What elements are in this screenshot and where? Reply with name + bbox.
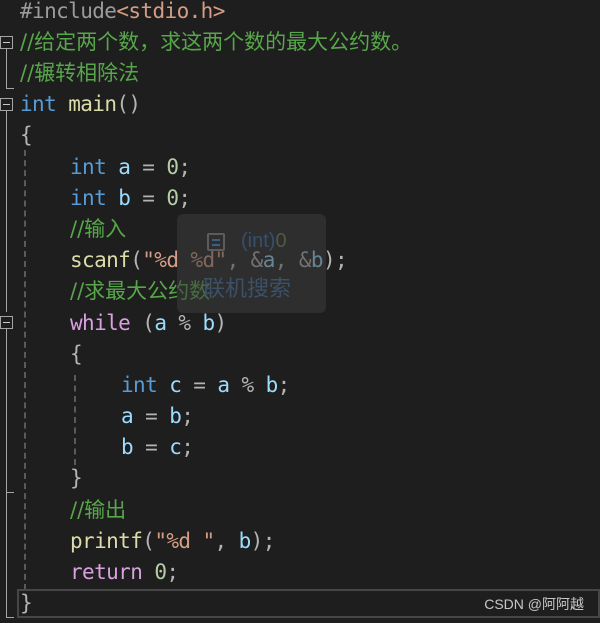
code-token: ); (250, 529, 276, 553)
code-token: % (229, 373, 266, 397)
code-editor[interactable]: #include<stdio.h> //给定两个数，求这两个数的最大公约数。 /… (0, 0, 600, 623)
code-token: ; (178, 155, 191, 179)
code-token: printf (70, 529, 143, 553)
code-token: b (238, 529, 252, 553)
fold-outline-end (6, 88, 14, 89)
fold-outline-line (6, 49, 7, 88)
collapse-while-block-icon[interactable] (0, 316, 13, 329)
tooltip-type-value: 0 (275, 230, 287, 252)
code-token: b (121, 435, 134, 459)
code-token: = (130, 155, 167, 179)
code-token: ; (166, 560, 179, 584)
code-token: % (166, 311, 203, 335)
code-token: a (154, 311, 167, 335)
code-token: main (68, 92, 117, 116)
quick-info-icon (207, 233, 225, 251)
code-token: } (20, 591, 33, 615)
code-token: return (70, 560, 143, 584)
code-token: int (121, 373, 158, 397)
code-token: 0 (166, 155, 179, 179)
code-line-open-brace[interactable]: { (20, 120, 33, 151)
code-token: , (214, 529, 239, 553)
code-token: a (217, 373, 230, 397)
code-token: b (118, 186, 131, 210)
code-line-printf[interactable]: printf("%d ", b); (70, 526, 275, 557)
tooltip-type-info: (int)0 (241, 230, 287, 253)
code-token: ; (277, 373, 291, 397)
code-token: //辗转相除法 (20, 61, 140, 85)
code-token: ; (178, 186, 191, 210)
code-line-comment[interactable]: //输出 (70, 495, 126, 526)
code-line-main-signature[interactable]: int main() (20, 89, 141, 120)
code-token: = (133, 404, 170, 428)
fold-outline-line (6, 111, 7, 312)
code-token: a (121, 404, 134, 428)
code-token: c (169, 435, 182, 459)
watermark: CSDN @阿阿越 (484, 596, 584, 612)
code-line-close-brace[interactable]: } (70, 463, 83, 494)
code-token: a (118, 155, 131, 179)
code-line-comment[interactable]: //输入 (70, 214, 126, 245)
code-token: int (70, 155, 107, 179)
collapse-comment-block-icon[interactable] (0, 36, 13, 49)
online-search-link[interactable]: 联机搜索 (203, 271, 291, 303)
code-token: ; (181, 435, 194, 459)
code-line-return[interactable]: return 0; (70, 557, 179, 588)
code-token: "%d " (154, 529, 215, 553)
code-token: while (70, 311, 131, 335)
code-token: = (181, 373, 218, 397)
code-token: ) (214, 311, 228, 335)
fold-outline-end (6, 492, 14, 493)
quick-info-tooltip: (int)0 联机搜索 (177, 214, 326, 313)
code-token: int (20, 92, 57, 116)
code-line-comment[interactable]: //给定两个数，求这两个数的最大公约数。 (20, 27, 412, 58)
code-token: //给定两个数，求这两个数的最大公约数。 (20, 30, 413, 54)
code-line-declare-b[interactable]: int b = 0; (70, 183, 191, 214)
code-line-assign-b[interactable]: b = c; (121, 432, 194, 463)
code-line-declare-a[interactable]: int a = 0; (70, 152, 191, 183)
code-token: scanf (70, 248, 131, 272)
code-token: } (70, 466, 83, 490)
indent-guide (74, 375, 76, 465)
code-token: <stdio.h> (116, 0, 225, 23)
code-token: () (116, 92, 141, 116)
code-line-assign-a[interactable]: a = b; (121, 401, 194, 432)
code-token: = (133, 435, 170, 459)
code-token: ( (130, 248, 143, 272)
code-line-comment[interactable]: //辗转相除法 (20, 58, 139, 89)
code-line-open-brace[interactable]: { (70, 339, 83, 370)
code-token: { (20, 123, 33, 147)
fold-outline-end (6, 617, 14, 618)
code-line-declare-c[interactable]: int c = a % b; (121, 370, 290, 401)
code-token: ); (322, 248, 348, 272)
code-token: int (70, 186, 107, 210)
code-line-include[interactable]: #include<stdio.h> (20, 0, 225, 27)
code-token: ( (130, 311, 155, 335)
code-token: ; (181, 404, 194, 428)
indent-guide (24, 150, 26, 590)
code-token: b (265, 373, 279, 397)
code-line-close-brace[interactable]: } (20, 588, 33, 619)
code-token: b (169, 404, 182, 428)
code-token: //输入 (70, 217, 127, 241)
code-token: b (202, 311, 216, 335)
code-token: 0 (166, 186, 179, 210)
code-token: c (169, 373, 182, 397)
tooltip-type-prefix: (int) (241, 230, 276, 252)
code-token: #include (20, 0, 117, 23)
code-token: ( (142, 529, 155, 553)
fold-outline-line (6, 329, 7, 618)
code-token: = (130, 186, 167, 210)
collapse-main-function-icon[interactable] (0, 98, 13, 111)
code-token: 0 (154, 560, 167, 584)
code-token: { (70, 342, 83, 366)
code-token: //输出 (70, 498, 127, 522)
